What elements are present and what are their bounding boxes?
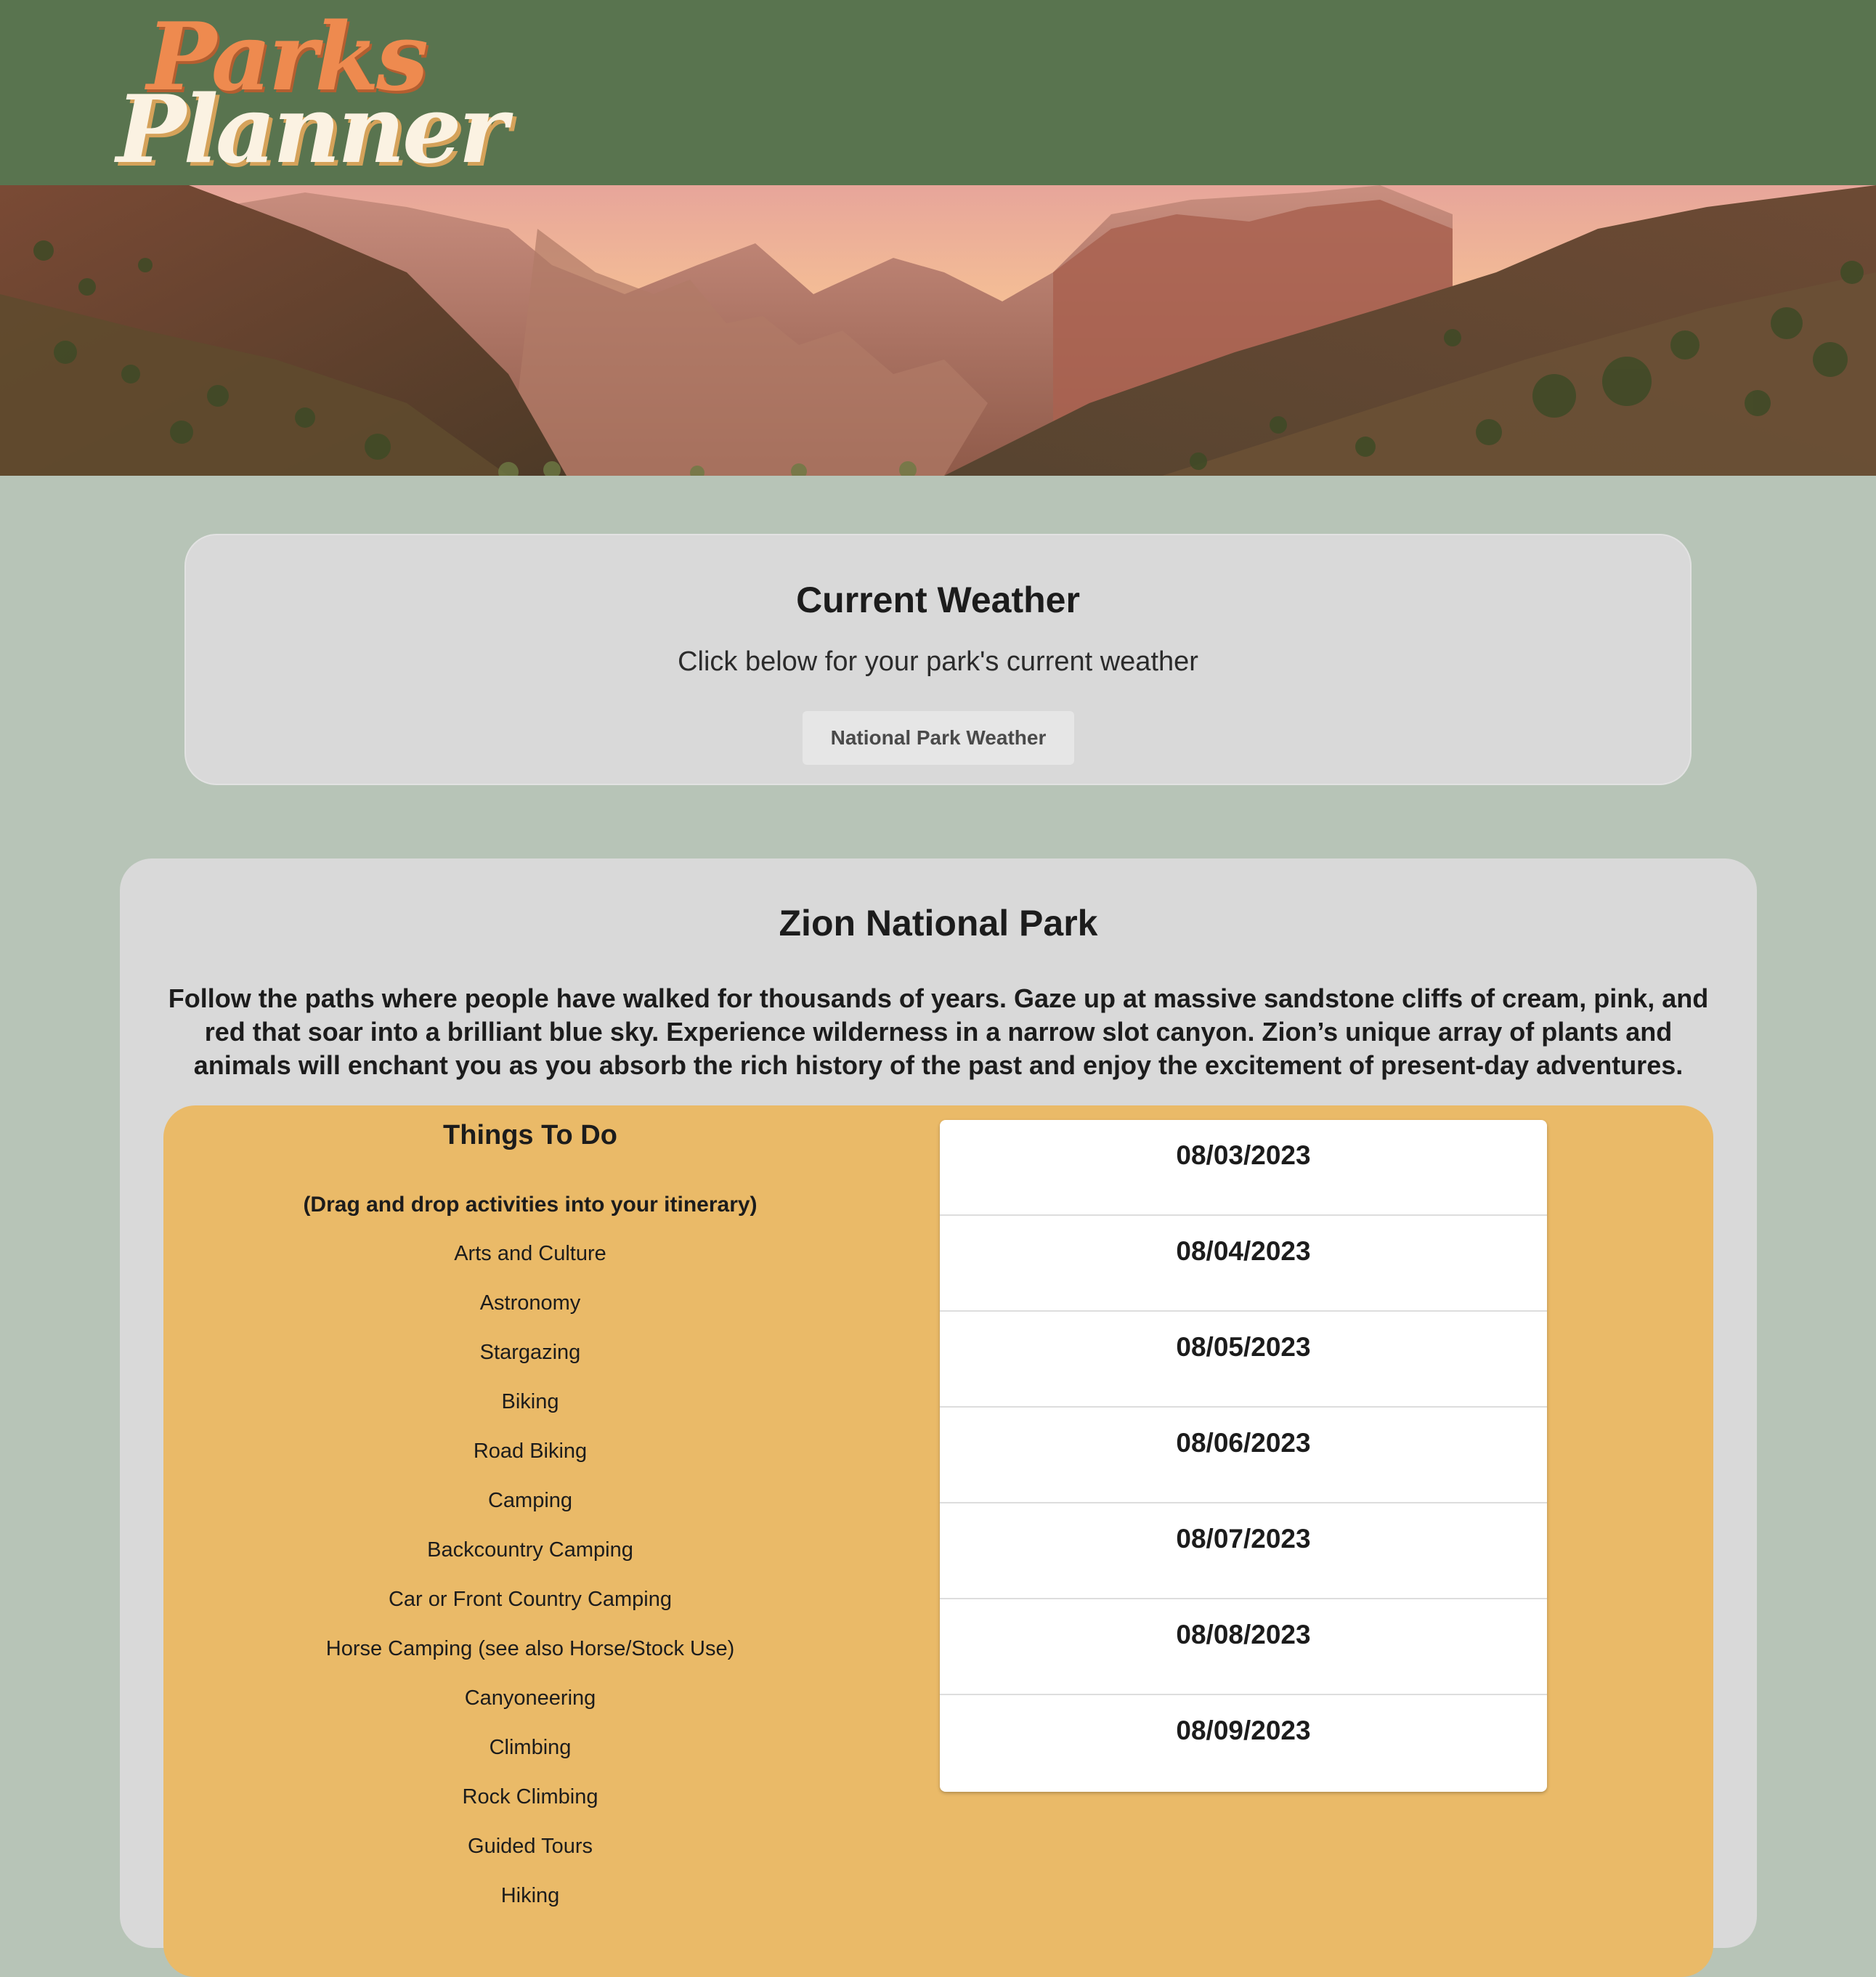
things-to-do-title: Things To Do [443,1120,617,1150]
weather-subtitle: Click below for your park's current weat… [678,646,1198,677]
activity-item[interactable]: Rock Climbing [163,1783,897,1832]
itinerary-day-dropzone[interactable]: 08/08/2023 [940,1599,1547,1695]
park-name: Zion National Park [779,903,1098,943]
itinerary-list: 08/03/2023 08/04/2023 08/05/2023 08/06/2… [940,1120,1547,1792]
activity-item[interactable]: Backcountry Camping [163,1536,897,1586]
current-weather-card: Current Weather Click below for your par… [184,534,1692,785]
itinerary-day-dropzone[interactable]: 08/05/2023 [940,1312,1547,1408]
drag-drop-hint: (Drag and drop activities into your itin… [303,1193,758,1217]
activity-item[interactable]: Guided Tours [163,1832,897,1882]
planner-panel: Things To Do (Drag and drop activities i… [163,1105,1713,1977]
activity-item[interactable]: Road Biking [163,1437,897,1487]
park-info-card: Zion National Park Follow the paths wher… [120,858,1757,1977]
logo-text-planner: Planner [116,75,508,184]
itinerary-day-dropzone[interactable]: 08/04/2023 [940,1216,1547,1312]
itinerary-day-dropzone[interactable]: 08/09/2023 [940,1695,1547,1791]
activity-item[interactable]: Climbing [163,1734,897,1783]
itinerary-day-dropzone[interactable]: 08/03/2023 [940,1120,1547,1216]
site-header: Parks Planner [0,0,1876,185]
activity-list: Arts and Culture Astronomy Stargazing Bi… [163,1240,897,1931]
activity-item[interactable]: Biking [163,1388,897,1437]
activity-item[interactable]: Camping [163,1487,897,1536]
weather-title: Current Weather [796,580,1080,620]
activity-item[interactable]: Horse Camping (see also Horse/Stock Use) [163,1635,897,1684]
parks-planner-logo[interactable]: Parks Planner [116,11,508,184]
activity-item[interactable]: Stargazing [163,1339,897,1388]
activity-item[interactable]: Astronomy [163,1289,897,1339]
activity-item[interactable]: Car or Front Country Camping [163,1586,897,1635]
national-park-weather-button[interactable]: National Park Weather [803,711,1074,765]
park-description: Follow the paths where people have walke… [168,983,1709,1080]
activity-item[interactable]: Canyoneering [163,1684,897,1734]
activity-item[interactable]: Arts and Culture [163,1240,897,1289]
itinerary-day-dropzone[interactable]: 08/07/2023 [940,1503,1547,1599]
park-banner-image [0,185,1876,476]
canyon-landscape-illustration [0,185,1876,476]
itinerary-day-dropzone[interactable]: 08/06/2023 [940,1408,1547,1503]
